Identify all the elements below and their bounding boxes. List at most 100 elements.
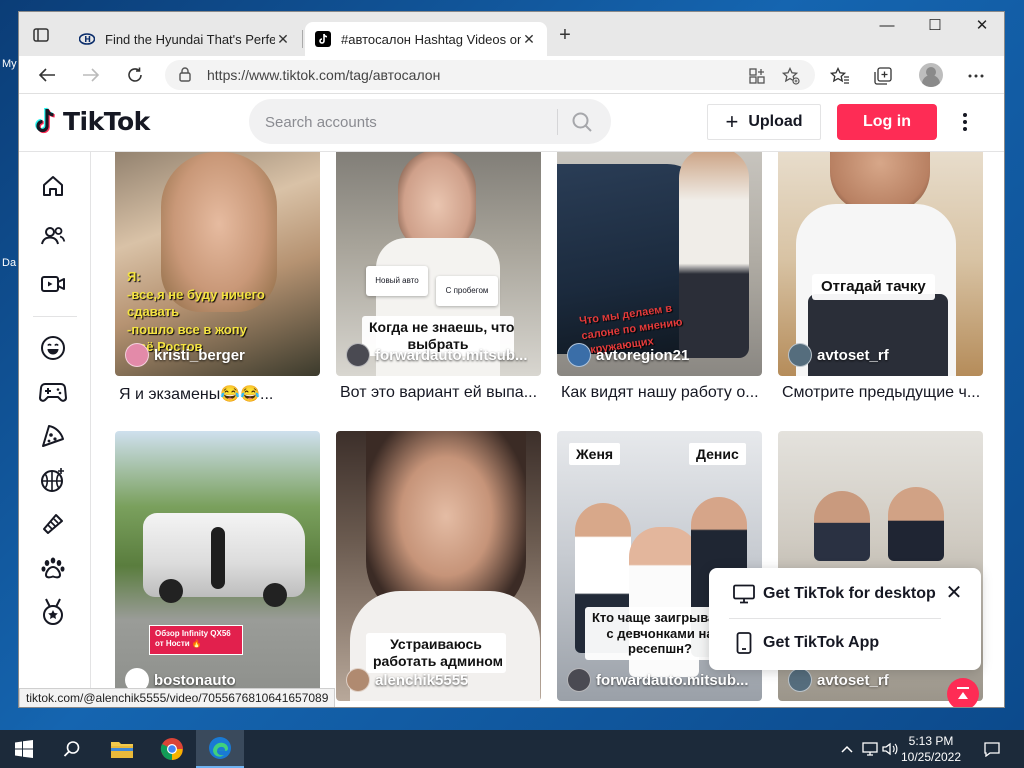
sidebar-divider — [33, 316, 77, 317]
desktop-icon-label[interactable]: Da — [2, 257, 16, 269]
beauty-icon[interactable] — [39, 510, 67, 538]
volume-icon[interactable] — [880, 730, 900, 768]
new-tab-button[interactable]: + — [551, 24, 579, 48]
video-caption[interactable]: Смотрите предыдущие ч... — [782, 384, 982, 402]
get-desktop-label: Get TikTok for desktop — [763, 585, 936, 602]
status-bar-url: tiktok.com/@alenchik5555/video/705567681… — [19, 688, 336, 707]
live-icon[interactable] — [39, 270, 67, 298]
collections-icon[interactable] — [872, 65, 894, 87]
video-thumbnail[interactable]: Устраиваюсь работать админом alenchik555… — [336, 431, 541, 701]
login-button[interactable]: Log in — [837, 104, 937, 140]
back-button[interactable] — [33, 62, 61, 88]
video-author[interactable]: avtoregion21 — [567, 343, 689, 367]
minimize-button[interactable]: — — [864, 12, 910, 42]
clock-date: 10/25/2022 — [900, 750, 962, 764]
clock-time: 5:13 PM — [908, 734, 954, 748]
tab-actions-icon[interactable] — [27, 23, 55, 47]
close-popup-icon[interactable]: ✕ — [943, 582, 965, 604]
close-tab-icon[interactable]: ✕ — [275, 31, 291, 48]
home-icon[interactable] — [39, 172, 67, 200]
monitor-icon — [733, 583, 755, 605]
video-author[interactable]: avtoset_rf — [788, 668, 889, 692]
clock[interactable]: 5:13 PM 10/25/2022 — [900, 733, 962, 765]
author-name: bostonauto — [154, 671, 236, 689]
video-author[interactable]: forwardauto.mitsub... — [346, 343, 528, 367]
author-name: forwardauto.mitsub... — [375, 346, 528, 364]
author-name: alenchik5555 — [375, 671, 469, 689]
settings-more-icon[interactable] — [965, 65, 987, 87]
video-thumbnail[interactable]: Отгадай тачку avtoset_rf — [778, 152, 983, 376]
gaming-icon[interactable] — [39, 378, 67, 406]
food-icon[interactable] — [39, 422, 67, 450]
maximize-button[interactable]: ☐ — [912, 12, 958, 42]
forward-button[interactable] — [77, 62, 105, 88]
url-field[interactable]: https://www.tiktok.com/tag/автосалон — [165, 60, 815, 90]
start-button[interactable] — [0, 730, 48, 768]
search-button[interactable] — [567, 108, 597, 136]
get-app-link[interactable]: Get TikTok App — [733, 632, 879, 654]
browser-window: H Find the Hyundai That's Perfect F ✕ #а… — [18, 11, 1005, 708]
search-taskbar-button[interactable] — [48, 730, 96, 768]
network-icon[interactable] — [860, 730, 880, 768]
comedy-icon[interactable] — [39, 334, 67, 362]
animals-icon[interactable] — [39, 554, 67, 582]
tiktok-logo[interactable]: TikTok — [33, 106, 150, 136]
author-name: avtoset_rf — [817, 346, 889, 364]
chrome-button[interactable] — [148, 730, 196, 768]
lock-icon[interactable] — [179, 67, 191, 87]
video-caption[interactable]: Я и экзамены😂😂... — [119, 384, 319, 404]
author-name: avtoset_rf — [817, 671, 889, 689]
hyundai-favicon-icon: H — [79, 31, 95, 47]
achievement-icon[interactable] — [39, 598, 67, 626]
arrow-up-icon — [957, 687, 969, 699]
desktop-icon-label[interactable]: My — [2, 58, 17, 70]
address-bar: https://www.tiktok.com/tag/автосалон — [19, 56, 1004, 94]
profile-avatar[interactable] — [919, 63, 943, 87]
tab-hyundai[interactable]: H Find the Hyundai That's Perfect F ✕ — [69, 22, 301, 56]
video-author[interactable]: forwardauto.mitsub... — [567, 668, 749, 692]
tab-tiktok[interactable]: #автосалон Hashtag Videos on ✕ — [305, 22, 547, 56]
search-divider — [557, 109, 558, 135]
video-thumbnail[interactable]: Что мы делаем в салоне по мнению окружаю… — [557, 152, 762, 376]
author-name: forwardauto.mitsub... — [596, 671, 749, 689]
sports-icon[interactable] — [39, 466, 67, 494]
favorites-icon[interactable] — [829, 65, 851, 87]
scroll-to-top-button[interactable] — [947, 678, 979, 707]
avatar — [788, 668, 812, 692]
tiktok-favicon-icon — [315, 31, 331, 47]
tiktok-logo-text: TikTok — [63, 106, 150, 136]
following-icon[interactable] — [39, 222, 67, 250]
upload-button[interactable]: + Upload — [707, 104, 821, 140]
video-caption[interactable]: Как видят нашу работу о... — [561, 384, 761, 402]
avatar — [346, 343, 370, 367]
video-author[interactable]: alenchik5555 — [346, 668, 468, 692]
more-options-icon[interactable] — [953, 108, 977, 136]
tiktok-page: TikTok + Upload Log in — [19, 94, 1004, 707]
add-favorite-icon[interactable] — [781, 66, 801, 86]
video-author[interactable]: kristi_berger — [125, 343, 245, 367]
search-input[interactable] — [265, 111, 545, 133]
show-hidden-icons[interactable] — [838, 730, 856, 768]
avatar — [567, 668, 591, 692]
video-thumbnail[interactable]: Я: -все,я не буду ничего сдавать -пошло … — [115, 152, 320, 376]
author-name: kristi_berger — [154, 346, 245, 364]
choice-card: С пробегом — [436, 276, 498, 306]
app-available-icon[interactable] — [747, 66, 767, 86]
overlay-text: Отгадай тачку — [812, 274, 935, 300]
video-author[interactable]: avtoset_rf — [788, 343, 889, 367]
close-tab-icon[interactable]: ✕ — [521, 31, 537, 48]
file-explorer-button[interactable] — [98, 730, 146, 768]
url-text: https://www.tiktok.com/tag/автосалон — [207, 67, 441, 83]
notifications-icon[interactable] — [980, 730, 1004, 768]
avatar — [125, 343, 149, 367]
refresh-button[interactable] — [121, 62, 149, 88]
close-window-button[interactable]: ✕ — [959, 12, 1004, 42]
avatar — [567, 343, 591, 367]
sidebar — [19, 152, 91, 707]
tiktok-note-icon — [35, 107, 55, 134]
video-thumbnail[interactable]: Обзор Infinity QX56 от Ности 🔥 bostonaut… — [115, 431, 320, 701]
edge-button[interactable] — [196, 730, 244, 768]
video-thumbnail[interactable]: Новый авто С пробегом Когда не знаешь, ч… — [336, 152, 541, 376]
video-caption[interactable]: Вот это вариант ей выпа... — [340, 384, 540, 402]
get-desktop-link[interactable]: Get TikTok for desktop — [733, 583, 936, 605]
